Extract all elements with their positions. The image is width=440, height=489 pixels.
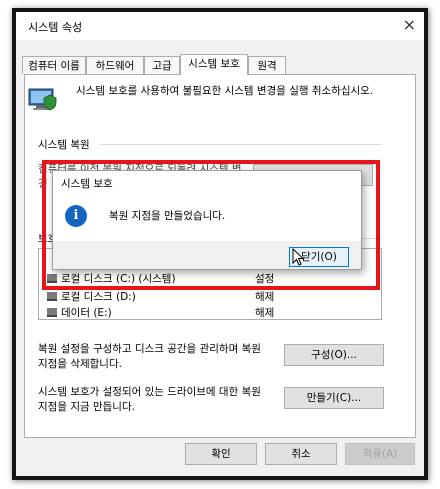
dialog-title: 시스템 보호 xyxy=(61,178,113,190)
info-icon: i xyxy=(65,205,87,227)
list-item[interactable]: 로컬 디스크 (C:) (시스템) 설정 xyxy=(47,271,377,285)
intro-text: 시스템 보호를 사용하여 불필요한 시스템 변경을 실행 취소하십시오. xyxy=(76,85,374,97)
cancel-button[interactable]: 취소 xyxy=(265,443,337,465)
create-description: 시스템 보호가 설정되어 있는 드라이브에 대한 복원 지점을 지금 만듭니다. xyxy=(38,386,261,413)
drive-name: 로컬 디스크 (D:) xyxy=(61,291,136,303)
create-button[interactable]: 만들기(C)... xyxy=(284,387,384,409)
window-title: 시스템 속성 xyxy=(28,21,83,34)
list-item[interactable]: 로컬 디스크 (D:) 해제 xyxy=(47,289,377,303)
restore-section-title: 시스템 복원 xyxy=(38,139,90,151)
configure-description: 복원 설정을 구성하고 디스크 공간을 관리하며 복원 지점을 삭제합니다. xyxy=(38,343,261,370)
dialog-message: 복원 지점을 만들었습니다. xyxy=(109,210,226,222)
drive-status: 설정 xyxy=(255,273,275,285)
drive-status: 해제 xyxy=(255,307,275,319)
dialog-body: i 복원 지점을 만들었습니다. xyxy=(53,195,361,241)
dialog-title-bar: 시스템 보호 xyxy=(53,171,361,195)
drive-icon xyxy=(47,308,57,317)
drive-name: 데이터 (E:) xyxy=(61,307,112,319)
drive-icon xyxy=(47,292,57,301)
tab-advanced[interactable]: 고급 xyxy=(144,56,180,74)
message-dialog: 시스템 보호 i 복원 지점을 만들었습니다. 닫기(O) xyxy=(52,170,362,270)
system-shield-icon xyxy=(26,84,58,116)
close-icon[interactable]: × xyxy=(403,15,416,34)
tab-system-protection[interactable]: 시스템 보호 xyxy=(180,54,248,75)
drive-icon xyxy=(47,274,57,283)
mouse-cursor-icon xyxy=(292,248,304,266)
ok-button[interactable]: 확인 xyxy=(185,443,257,465)
restore-divider xyxy=(100,144,382,145)
apply-button[interactable]: 적용(A) xyxy=(345,443,415,465)
list-item[interactable]: 데이터 (E:) 해제 xyxy=(47,305,377,319)
drive-status: 해제 xyxy=(255,291,275,303)
tab-hardware[interactable]: 하드웨어 xyxy=(86,56,144,74)
tab-bar: 컴퓨터 이름 하드웨어 고급 시스템 보호 원격 xyxy=(16,54,424,75)
tab-remote[interactable]: 원격 xyxy=(248,56,286,74)
configure-button[interactable]: 구성(O)... xyxy=(284,344,384,366)
title-bar: 시스템 속성 × xyxy=(16,12,424,40)
drive-name: 로컬 디스크 (C:) (시스템) xyxy=(61,273,176,285)
tab-computer-name[interactable]: 컴퓨터 이름 xyxy=(22,56,86,74)
